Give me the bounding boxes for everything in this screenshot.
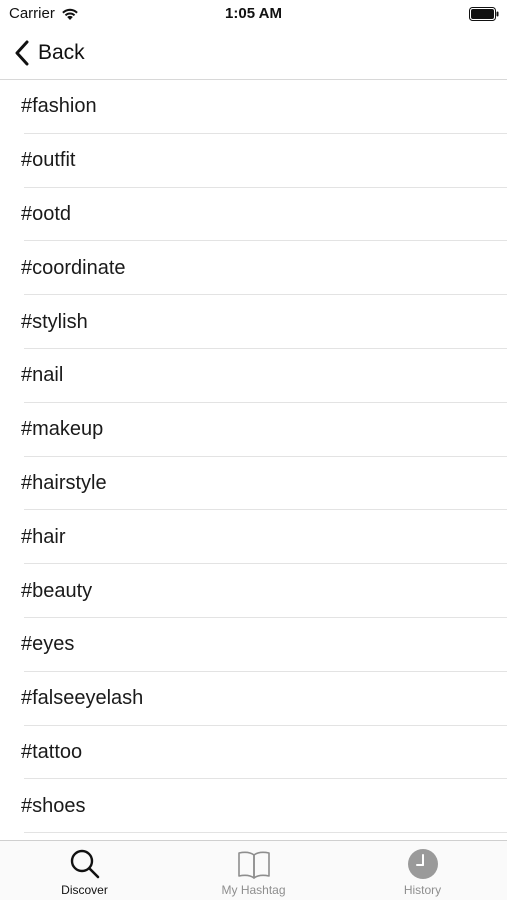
list-item[interactable]: #falseeyelash [0,672,507,726]
list-item[interactable]: #nail [0,349,507,403]
hashtag-label: #coordinate [21,256,126,279]
hashtag-label: #beauty [21,579,93,602]
list-item[interactable]: #eyes [0,618,507,672]
hashtag-label: #nail [21,364,64,387]
tab-discover[interactable]: Discover [0,841,169,900]
hashtag-label: #stylish [21,310,88,333]
list-item[interactable]: #beauty [0,564,507,618]
hashtag-label: #hair [21,525,66,548]
list-item[interactable]: #hairstyle [0,457,507,511]
clock-icon [407,849,438,879]
status-time: 1:05 AM [225,5,282,22]
tab-my-hashtag[interactable]: My Hashtag [169,841,338,900]
navigation-bar: Back [0,28,507,80]
chevron-left-icon [15,40,29,66]
list-item[interactable]: #ootd [0,188,507,242]
list-item[interactable]: #shoes [0,779,507,833]
hashtag-label: #ootd [21,202,72,225]
list-item[interactable]: #hair [0,510,507,564]
search-icon [70,849,99,879]
hashtag-label: #eyes [21,633,75,656]
hashtag-label: #falseeyelash [21,687,144,710]
tab-bar: Discover My Hashtag History [0,840,507,900]
hashtag-label: #outfit [21,149,76,172]
list-item[interactable]: #stylish [0,295,507,349]
hashtag-label: #tattoo [21,740,83,763]
list-item[interactable]: #tattoo [0,726,507,780]
tab-label: My Hashtag [221,883,286,897]
hashtag-label: #shoes [21,794,86,817]
tab-label: Discover [61,883,108,897]
back-label: Back [38,41,85,64]
list-item[interactable]: #fashion [0,80,507,134]
hashtag-label: #makeup [21,418,104,441]
book-icon [237,851,270,879]
back-button[interactable]: Back [14,38,85,68]
tab-label: History [403,883,442,897]
hashtag-list: #fashion #outfit #ootd #coordinate #styl… [0,80,507,840]
hashtag-label: #hairstyle [21,471,107,494]
hashtag-label: #fashion [21,95,97,118]
status-bar: Carrier 1:05 AM [0,0,507,28]
screen: Carrier 1:05 AM Back #fashion #outfit #o… [0,0,507,900]
battery-icon [469,7,499,21]
list-item[interactable]: #outfit [0,134,507,188]
tab-history[interactable]: History [338,841,507,900]
list-item[interactable]: #makeup [0,403,507,457]
list-item[interactable]: #coordinate [0,241,507,295]
